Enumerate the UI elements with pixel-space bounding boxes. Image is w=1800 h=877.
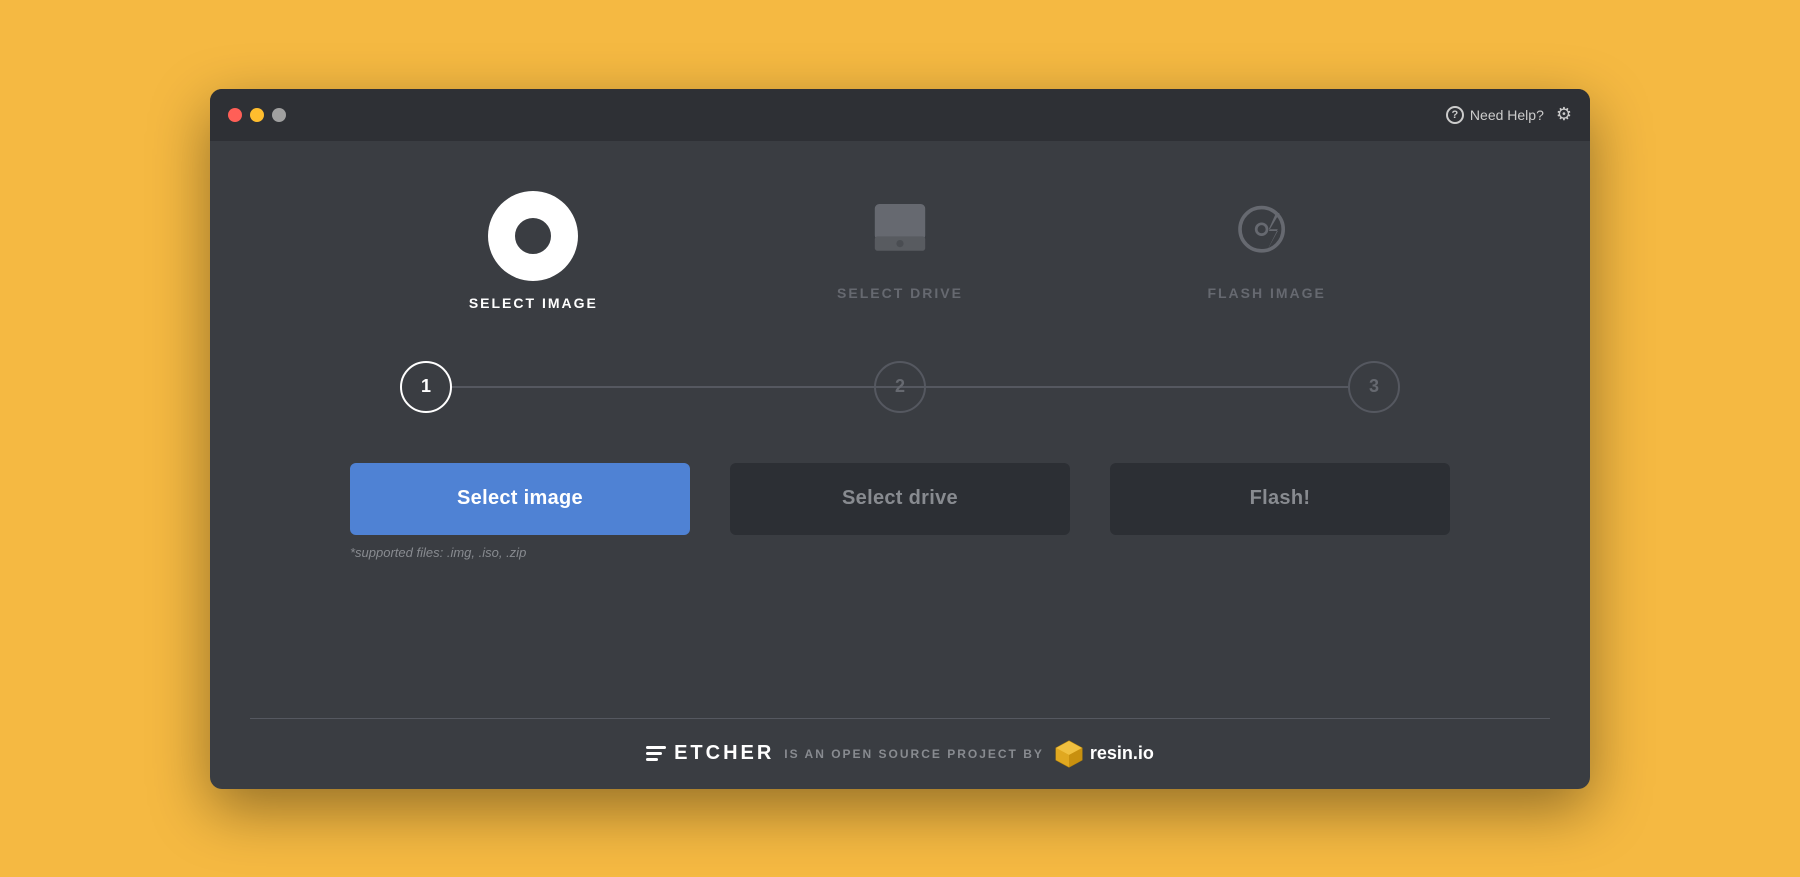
etcher-line-1 bbox=[646, 746, 666, 749]
footer: ETCHER IS AN OPEN SOURCE PROJECT BY resi… bbox=[210, 719, 1590, 789]
disc-icon bbox=[488, 191, 578, 281]
step-label-2: SELECT DRIVE bbox=[837, 285, 963, 301]
step-flash-image: FLASH IMAGE bbox=[1083, 191, 1450, 301]
resin-cube-icon bbox=[1054, 739, 1084, 769]
step-label-1: SELECT IMAGE bbox=[469, 295, 598, 311]
etcher-logo: ETCHER bbox=[646, 742, 774, 765]
flash-col: Flash! bbox=[1110, 463, 1450, 535]
steps-numbers: 1 2 3 bbox=[400, 361, 1400, 413]
progress-row: 1 2 3 bbox=[400, 361, 1400, 413]
step-icon-area-2 bbox=[860, 191, 940, 271]
titlebar-right: ? Need Help? ⚙ bbox=[1446, 104, 1572, 125]
select-image-button[interactable]: Select image bbox=[350, 463, 690, 535]
etcher-lines-icon bbox=[646, 746, 666, 761]
flash-icon bbox=[1231, 195, 1303, 267]
step-select-drive: SELECT DRIVE bbox=[717, 191, 1084, 301]
steps-icons-row: SELECT IMAGE SELECT DRIVE bbox=[350, 191, 1450, 311]
select-drive-button[interactable]: Select drive bbox=[730, 463, 1070, 535]
select-drive-col: Select drive bbox=[730, 463, 1070, 535]
help-button[interactable]: ? Need Help? bbox=[1446, 106, 1544, 124]
minimize-button[interactable] bbox=[250, 108, 264, 122]
close-button[interactable] bbox=[228, 108, 242, 122]
etcher-line-2 bbox=[646, 752, 662, 755]
step-icon-area-1 bbox=[488, 191, 578, 281]
maximize-button[interactable] bbox=[272, 108, 286, 122]
footer-tagline: IS AN OPEN SOURCE PROJECT BY bbox=[784, 747, 1044, 761]
help-icon: ? bbox=[1446, 106, 1464, 124]
resin-text: resin.io bbox=[1090, 743, 1154, 764]
buttons-row: Select image *supported files: .img, .is… bbox=[350, 463, 1450, 560]
step-number-2: 2 bbox=[874, 361, 926, 413]
help-label: Need Help? bbox=[1470, 107, 1544, 123]
drive-icon bbox=[864, 195, 936, 267]
flash-icon-wrap bbox=[1227, 191, 1307, 271]
step-select-image: SELECT IMAGE bbox=[350, 191, 717, 311]
main-content: SELECT IMAGE SELECT DRIVE bbox=[210, 141, 1590, 718]
step-number-3: 3 bbox=[1348, 361, 1400, 413]
resin-logo: resin.io bbox=[1054, 739, 1154, 769]
supported-files-note: *supported files: .img, .iso, .zip bbox=[350, 545, 526, 560]
settings-icon[interactable]: ⚙ bbox=[1556, 104, 1572, 125]
etcher-text: ETCHER bbox=[674, 742, 774, 765]
titlebar: ? Need Help? ⚙ bbox=[210, 89, 1590, 141]
step-number-1: 1 bbox=[400, 361, 452, 413]
step-icon-area-3 bbox=[1227, 191, 1307, 271]
etcher-line-3 bbox=[646, 758, 658, 761]
select-image-col: Select image *supported files: .img, .is… bbox=[350, 463, 690, 560]
drive-icon-wrap bbox=[860, 191, 940, 271]
step-label-3: FLASH IMAGE bbox=[1207, 285, 1325, 301]
traffic-lights bbox=[228, 108, 286, 122]
app-window: ? Need Help? ⚙ SELECT IMAGE bbox=[210, 89, 1590, 789]
flash-button[interactable]: Flash! bbox=[1110, 463, 1450, 535]
